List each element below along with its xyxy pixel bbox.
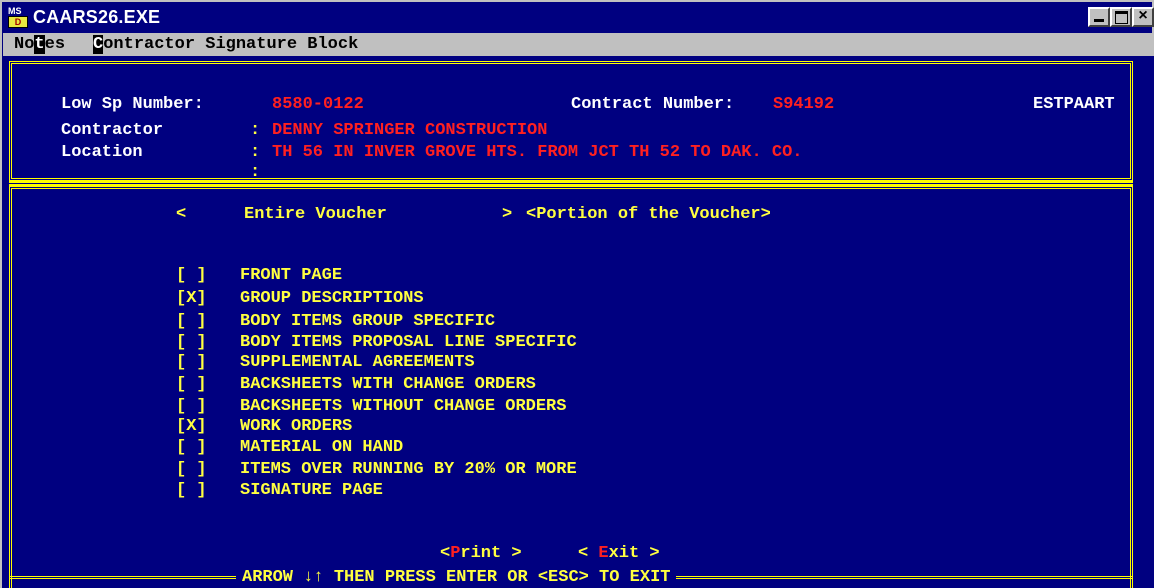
option-row[interactable]: [X] GROUP DESCRIPTIONS — [176, 289, 424, 309]
print-label: rint > — [460, 544, 522, 563]
extra-colon: : — [250, 163, 261, 182]
location-label: Location — [61, 143, 143, 162]
location-value: TH 56 IN INVER GROVE HTS. FROM JCT TH 52… — [272, 143, 803, 162]
footer-hint: ARROW ↓↑ THEN PRESS ENTER OR <ESC> TO EX… — [236, 568, 677, 588]
entire-voucher-close: > — [502, 205, 513, 224]
minimize-button[interactable] — [1088, 7, 1110, 27]
option-row[interactable]: [ ] BACKSHEETS WITH CHANGE ORDERS — [176, 375, 536, 395]
option-label: BACKSHEETS WITH CHANGE ORDERS — [240, 375, 536, 394]
option-label: BODY ITEMS PROPOSAL LINE SPECIFIC — [240, 333, 577, 352]
option-checkbox[interactable]: [ ] — [176, 333, 240, 353]
option-checkbox[interactable]: [ ] — [176, 312, 240, 332]
window-title: CAARS26.EXE — [33, 7, 161, 27]
option-row[interactable]: [ ] FRONT PAGE — [176, 266, 342, 286]
entire-voucher-option[interactable]: Entire Voucher — [244, 205, 387, 225]
exit-hotkey: E — [598, 544, 609, 563]
option-label: SIGNATURE PAGE — [240, 481, 383, 500]
low-sp-label: Low Sp Number: — [61, 95, 204, 114]
option-checkbox[interactable]: [ ] — [176, 375, 240, 395]
exit-button[interactable]: < Exit > — [578, 544, 660, 564]
close-button[interactable]: × — [1132, 7, 1154, 27]
low-sp-value: 8580-0122 — [272, 95, 364, 114]
contractor-label: Contractor — [61, 121, 164, 140]
option-checkbox[interactable]: [ ] — [176, 353, 240, 373]
exit-bracket: < — [578, 544, 599, 563]
menu-notes-label: Notes — [14, 35, 66, 54]
option-row[interactable]: [ ] BACKSHEETS WITHOUT CHANGE ORDERS — [176, 397, 566, 417]
option-checkbox[interactable]: [X] — [176, 417, 240, 437]
option-label: BODY ITEMS GROUP SPECIFIC — [240, 312, 496, 331]
entire-voucher-open: < — [176, 205, 187, 224]
maximize-button[interactable] — [1110, 7, 1132, 27]
option-checkbox[interactable]: [ ] — [176, 397, 240, 417]
ms-dos-icon[interactable]: MS D — [8, 6, 28, 28]
option-row[interactable]: [ ] ITEMS OVER RUNNING BY 20% OR MORE — [176, 460, 577, 480]
print-bracket: < — [440, 544, 451, 563]
contractor-value: DENNY SPRINGER CONSTRUCTION — [272, 121, 548, 140]
option-label: WORK ORDERS — [240, 417, 353, 436]
option-row[interactable]: [ ] BODY ITEMS PROPOSAL LINE SPECIFIC — [176, 333, 577, 353]
portion-voucher-option[interactable]: <Portion of the Voucher> — [526, 205, 771, 225]
contract-number-label: Contract Number: — [571, 95, 735, 114]
option-label: FRONT PAGE — [240, 266, 343, 285]
option-row[interactable]: [ ] MATERIAL ON HAND — [176, 438, 403, 458]
screen-code: ESTPAART — [1033, 95, 1115, 114]
header-frame — [9, 61, 1133, 181]
contract-number-value: S94192 — [773, 95, 835, 114]
menu-notes[interactable]: Notes — [14, 34, 65, 55]
menu-contractor-signature-block[interactable]: Contractor Signature Block — [93, 34, 358, 55]
option-row[interactable]: [X] WORK ORDERS — [176, 417, 352, 437]
option-label: SUPPLEMENTAL AGREEMENTS — [240, 353, 475, 372]
location-colon: : — [250, 143, 261, 162]
option-label: BACKSHEETS WITHOUT CHANGE ORDERS — [240, 397, 567, 416]
contractor-colon: : — [250, 121, 261, 140]
close-icon: × — [1138, 7, 1148, 24]
option-row[interactable]: [ ] BODY ITEMS GROUP SPECIFIC — [176, 312, 495, 332]
option-checkbox[interactable]: [ ] — [176, 266, 240, 286]
exit-label: xit > — [608, 544, 660, 563]
option-label: MATERIAL ON HAND — [240, 438, 404, 457]
print-button[interactable]: <Print > — [440, 544, 522, 564]
menu-bar: Notes Contractor Signature Block — [3, 33, 1154, 56]
option-checkbox[interactable]: [X] — [176, 289, 240, 309]
option-checkbox[interactable]: [ ] — [176, 460, 240, 480]
window-titlebar: MS D CAARS26.EXE × — [0, 0, 1154, 33]
option-label: ITEMS OVER RUNNING BY 20% OR MORE — [240, 460, 577, 479]
option-checkbox[interactable]: [ ] — [176, 481, 240, 501]
option-checkbox[interactable]: [ ] — [176, 438, 240, 458]
option-label: GROUP DESCRIPTIONS — [240, 289, 424, 308]
option-row[interactable]: [ ] SUPPLEMENTAL AGREEMENTS — [176, 353, 475, 373]
menu-csb-label: Contractor Signature Block — [93, 35, 359, 54]
option-row[interactable]: [ ] SIGNATURE PAGE — [176, 481, 383, 501]
print-hotkey: P — [450, 544, 461, 563]
